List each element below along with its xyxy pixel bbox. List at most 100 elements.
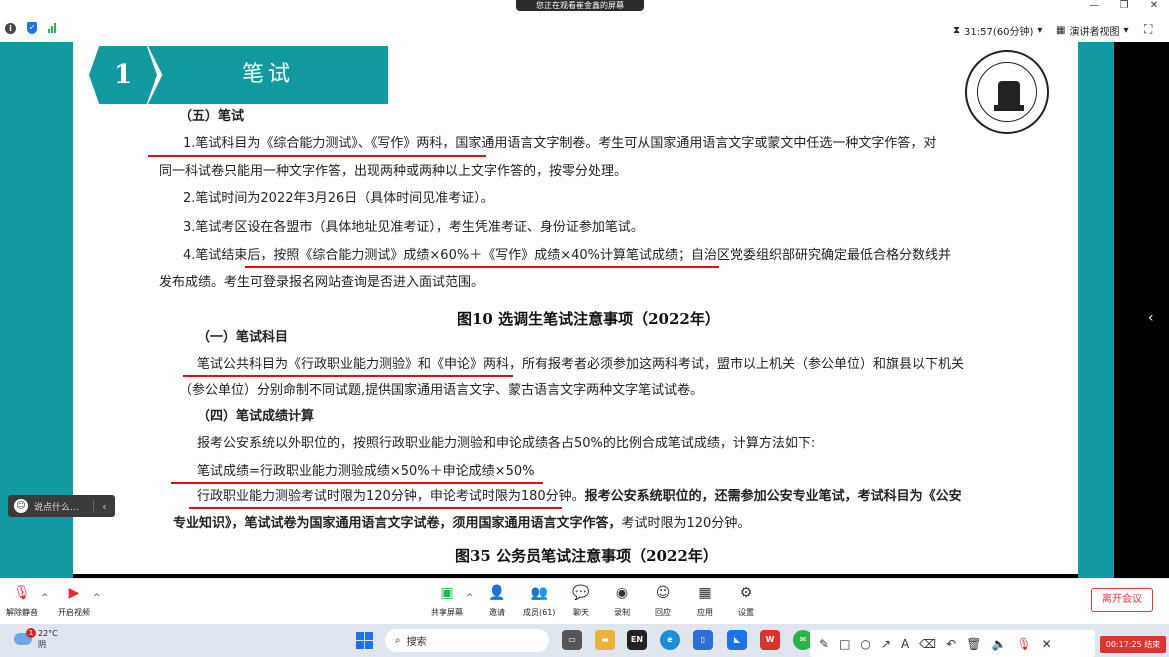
window-controls: — ❐ ✕: [1087, 0, 1161, 12]
chevron-up-icon[interactable]: ^: [466, 593, 474, 603]
members-button[interactable]: 👥 成员(61): [523, 584, 555, 618]
fullscreen-icon[interactable]: ⛶: [1144, 22, 1152, 37]
pen-icon[interactable]: ✎: [819, 637, 829, 651]
block2-line: 笔试成绩=行政职业能力测验成绩×50%＋申论成绩×50%: [197, 464, 535, 479]
search-icon: ⌕: [395, 635, 401, 646]
seal-emblem-base: [994, 105, 1024, 111]
chevron-left-icon[interactable]: ‹: [93, 499, 115, 513]
apps-label: 应用: [697, 608, 713, 617]
arrow-icon[interactable]: ↗: [881, 637, 891, 651]
chat-icon: 💬: [572, 585, 590, 601]
seal-emblem: [998, 81, 1020, 107]
weather-widget[interactable]: 1 22°C 阴: [14, 628, 58, 650]
undo-icon[interactable]: ↶: [946, 637, 956, 651]
signal-icon[interactable]: [48, 23, 56, 33]
red-underline: [171, 482, 543, 484]
taskbar-search[interactable]: ⌕ 搜索: [385, 629, 549, 652]
block2-line: 报考公安系统以外职位的，按照行政职业能力测验和申论成绩各占50%的比例合成笔试成…: [197, 436, 816, 451]
slide-right-border: [1078, 42, 1114, 578]
share-screen-icon: ▣: [440, 585, 454, 601]
shield-icon[interactable]: ✓: [27, 22, 37, 34]
chevron-down-icon: ▾: [1123, 25, 1129, 36]
block2-line: 专业知识》，笔试试卷为国家通用语言文字试卷，须用国家通用语言文字作答，考试时限为…: [173, 515, 750, 533]
meeting-top-bar: 您正在观看崔金鑫的屏幕 — ❐ ✕ i ✓ ⧗ 31:57(60分钟) ▾ ▦ …: [0, 0, 1169, 42]
speaker-icon[interactable]: 🔈: [991, 637, 1006, 651]
chat-label: 聊天: [573, 608, 589, 617]
wps-office-icon[interactable]: W: [760, 630, 780, 650]
chevron-up-icon[interactable]: ^: [93, 593, 101, 603]
invite-label: 邀请: [489, 608, 505, 617]
lang-switch-icon[interactable]: EN: [627, 630, 647, 650]
block2-line: （参公单位）分别命制不同试题,提供国家通用语言文字、蒙古语言文字两种文字笔试试卷…: [179, 383, 704, 398]
chevron-up-icon[interactable]: ^: [41, 593, 49, 603]
university-seal-logo: [965, 50, 1049, 134]
reactions-button[interactable]: ☺ 回应: [654, 584, 672, 618]
close-icon[interactable]: ✕: [1147, 0, 1161, 12]
block1-line: 1.笔试科目为《综合能力测试》、《写作》两科，国家通用语言文字制卷。考生可从国家…: [183, 136, 937, 151]
trash-icon[interactable]: 🗑: [966, 637, 981, 651]
unmute-label: 解除静音: [6, 608, 38, 617]
chevron-left-icon[interactable]: ‹: [1148, 310, 1154, 326]
invite-button[interactable]: 👤 邀请: [488, 584, 506, 618]
eraser-icon[interactable]: ⌫: [919, 637, 936, 651]
timer-text: 31:57(60分钟): [964, 27, 1034, 38]
file-explorer-icon[interactable]: ▬: [595, 630, 615, 650]
leave-meeting-button[interactable]: 离开会议: [1091, 588, 1153, 612]
restore-icon[interactable]: ❐: [1117, 0, 1131, 12]
figure-caption: 图35 公务员笔试注意事项（2022年）: [455, 547, 718, 565]
block2-heading: （一）笔试科目: [197, 330, 289, 345]
block1-line: 3.笔试考区设在各盟市（具体地址见准考证），考生凭准考证、身份证参加笔试。: [183, 220, 644, 235]
invite-icon: 👤: [488, 585, 506, 601]
meeting-toolbar: 🎙 解除静音 ^ ▶ 开启视频 ^ ▣ 共享屏幕 ^ 👤 邀请 👥 成员(61)…: [0, 578, 1169, 624]
settings-button[interactable]: ⚙ 设置: [737, 584, 755, 618]
weather-desc: 阴: [38, 640, 46, 649]
block2-line: 笔试公共科目为《行政职业能力测验》和《申论》两科，所有报考者必须参加这两科考试，…: [197, 357, 965, 372]
sharing-banner: 您正在观看崔金鑫的屏幕: [516, 0, 644, 11]
unmute-button[interactable]: 🎙 解除静音: [6, 584, 38, 618]
info-icon[interactable]: i: [5, 22, 16, 34]
red-underline: [245, 266, 719, 268]
close-icon[interactable]: ✕: [1042, 637, 1052, 651]
meeting-status-icons: i ✓: [5, 22, 56, 34]
apps-icon: ▦: [698, 585, 712, 601]
share-screen-button[interactable]: ▣ 共享屏幕: [431, 584, 463, 618]
start-video-button[interactable]: ▶ 开启视频: [58, 584, 90, 618]
minimize-icon[interactable]: —: [1087, 0, 1101, 12]
meeting-timer[interactable]: ⧗ 31:57(60分钟) ▾: [953, 23, 1042, 38]
record-button[interactable]: ◉ 录制: [613, 584, 631, 618]
chat-button[interactable]: 💬 聊天: [572, 584, 590, 618]
screen-right-margin: [1114, 42, 1169, 578]
phone-link-icon[interactable]: ▯: [693, 630, 713, 650]
settings-label: 设置: [738, 608, 754, 617]
presentation-slide: 1 笔试 （五）笔试 1.笔试科目为《综合能力测试》、《写作》两科，国家通用语言…: [73, 42, 1078, 574]
rectangle-icon[interactable]: □: [839, 637, 850, 651]
task-view-icon[interactable]: ▭: [562, 630, 582, 650]
grid-icon: ▦: [1056, 25, 1066, 36]
text-icon[interactable]: A: [901, 637, 909, 651]
start-video-label: 开启视频: [58, 608, 90, 617]
shared-screen: ‹ 1 笔试 （五）笔试 1.笔试科目为《综合能力测试》、《写作》两科，国家通用…: [0, 42, 1169, 578]
view-mode-button[interactable]: ▦ 演讲者视图 ▾: [1056, 23, 1128, 38]
apps-button[interactable]: ▦ 应用: [696, 584, 714, 618]
meeting-app-icon[interactable]: ◣: [727, 630, 747, 650]
search-label: 搜索: [406, 637, 427, 648]
members-label: 成员(61): [523, 608, 556, 617]
reactions-icon: ☺: [655, 585, 671, 601]
block1-line: 发布成绩。考生可登录报名网站查询是否进入面试范围。: [159, 275, 485, 290]
circle-icon[interactable]: ○: [860, 637, 870, 651]
weather-temp: 22°C: [38, 629, 58, 638]
hourglass-icon: ⧗: [953, 25, 961, 36]
police-note-text: 报考公安系统职位的，还需参加公安专业笔试，考试科目为《公安: [584, 489, 962, 504]
time-limit-text: 考试时限为120分钟。: [621, 516, 751, 531]
emoji-icon[interactable]: ☺: [14, 499, 28, 513]
quick-chat-input[interactable]: ☺ 说点什么... ‹: [8, 495, 115, 517]
members-icon: 👥: [530, 585, 548, 601]
video-off-icon: ▶: [68, 585, 80, 601]
mic-muted-icon[interactable]: 🎙: [1016, 637, 1031, 651]
seal-inner-ring: [977, 62, 1037, 122]
block1-line: 4.笔试结束后，按照《综合能力测试》成绩×60%＋《写作》成绩×40%计算笔试成…: [183, 248, 951, 263]
recording-clock[interactable]: 00:17:25 结束: [1100, 636, 1166, 653]
windows-start-icon[interactable]: [356, 632, 373, 649]
edge-browser-icon[interactable]: e: [660, 630, 680, 650]
view-mode-label: 演讲者视图: [1069, 27, 1120, 38]
